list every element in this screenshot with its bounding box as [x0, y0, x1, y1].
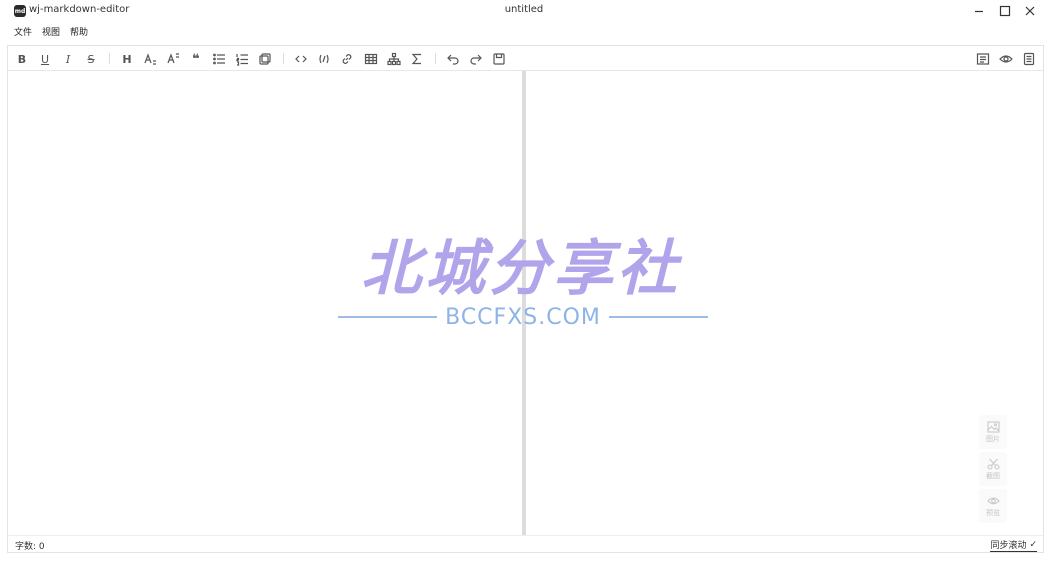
toolbar-divider — [283, 53, 284, 64]
close-icon — [1025, 6, 1035, 16]
document-title: untitled — [504, 4, 544, 15]
undo-icon — [447, 54, 459, 65]
title-bar: md wj-markdown-editor untitled — [0, 0, 1048, 22]
insert-image-button[interactable]: 图片 — [979, 415, 1007, 449]
superscript-button[interactable] — [165, 51, 181, 67]
app-name: wj-markdown-editor — [29, 4, 130, 15]
app-logo-icon: md — [14, 5, 26, 17]
unordered-list-button[interactable] — [211, 51, 227, 67]
minimize-icon — [975, 10, 983, 13]
menu-help[interactable]: 帮助 — [70, 24, 88, 42]
ordered-list-icon — [236, 54, 248, 66]
code-icon — [295, 55, 307, 63]
table-button[interactable] — [363, 51, 379, 67]
floating-tools: 图片 截图 预览 — [979, 415, 1007, 526]
image-icon — [986, 420, 1000, 433]
superscript-icon — [167, 53, 179, 64]
italic-button[interactable]: I — [60, 51, 76, 67]
strikethrough-button[interactable]: S — [83, 51, 99, 67]
heading-button[interactable]: H — [119, 51, 135, 67]
code-block-button[interactable] — [316, 51, 332, 67]
bold-button[interactable]: B — [14, 51, 30, 67]
sitemap-icon — [387, 52, 401, 66]
table-icon — [364, 53, 378, 65]
link-button[interactable] — [339, 51, 355, 67]
editor-only-button[interactable] — [975, 51, 991, 67]
toolbar-divider — [435, 53, 436, 64]
menu-bar: 文件 视图 帮助 — [0, 24, 98, 42]
eye-icon — [986, 497, 1000, 504]
preview-toggle-button[interactable] — [998, 51, 1014, 67]
minimize-button[interactable] — [966, 2, 992, 20]
code-block-icon — [319, 54, 329, 64]
subscript-button[interactable] — [142, 51, 158, 67]
unordered-list-icon — [213, 53, 225, 65]
toolbar-divider — [109, 53, 110, 64]
word-count: 字数: 0 — [15, 542, 45, 552]
editor-toolbar: B U I S H ❝ — [8, 46, 1043, 71]
copy-button[interactable] — [257, 51, 273, 67]
sync-scroll-label: 同步滚动 — [990, 541, 1027, 551]
eye-icon — [999, 55, 1013, 63]
underline-button[interactable]: U — [37, 51, 53, 67]
image-label: 图片 — [986, 434, 1000, 443]
ordered-list-button[interactable] — [234, 51, 250, 67]
maximize-button[interactable] — [992, 2, 1018, 20]
save-icon — [493, 53, 505, 65]
save-button[interactable] — [491, 51, 507, 67]
editor-view-icon — [976, 53, 990, 65]
quote-button[interactable]: ❝ — [188, 51, 204, 67]
preview-pane — [526, 71, 1043, 535]
check-icon: ✓ — [1029, 539, 1037, 550]
menu-file[interactable]: 文件 — [14, 24, 32, 42]
menu-view[interactable]: 视图 — [42, 24, 60, 42]
formula-button[interactable] — [409, 51, 425, 67]
diagram-button[interactable] — [386, 51, 402, 67]
outline-button[interactable] — [1021, 51, 1037, 67]
scissors-icon — [986, 458, 1000, 470]
link-icon — [342, 54, 352, 64]
maximize-icon — [999, 5, 1011, 17]
undo-button[interactable] — [445, 51, 461, 67]
subscript-icon — [144, 53, 156, 65]
status-bar: 字数: 0 同步滚动 ✓ — [8, 535, 1043, 553]
inline-code-button[interactable] — [293, 51, 309, 67]
close-button[interactable] — [1017, 2, 1043, 20]
redo-icon — [470, 54, 482, 65]
preview-label: 预览 — [986, 508, 1000, 517]
screenshot-button[interactable]: 截图 — [979, 452, 1007, 486]
screenshot-label: 截图 — [986, 471, 1000, 480]
markdown-editor-pane[interactable] — [8, 71, 522, 535]
redo-button[interactable] — [468, 51, 484, 67]
document-icon — [1023, 52, 1035, 66]
sync-scroll-toggle[interactable]: 同步滚动 ✓ — [990, 538, 1037, 552]
editor-frame: B U I S H ❝ 字数: 0 同步滚动 ✓ — [7, 45, 1044, 553]
preview-button[interactable]: 预览 — [979, 489, 1007, 523]
copy-icon — [259, 53, 271, 65]
sigma-icon — [411, 53, 421, 65]
